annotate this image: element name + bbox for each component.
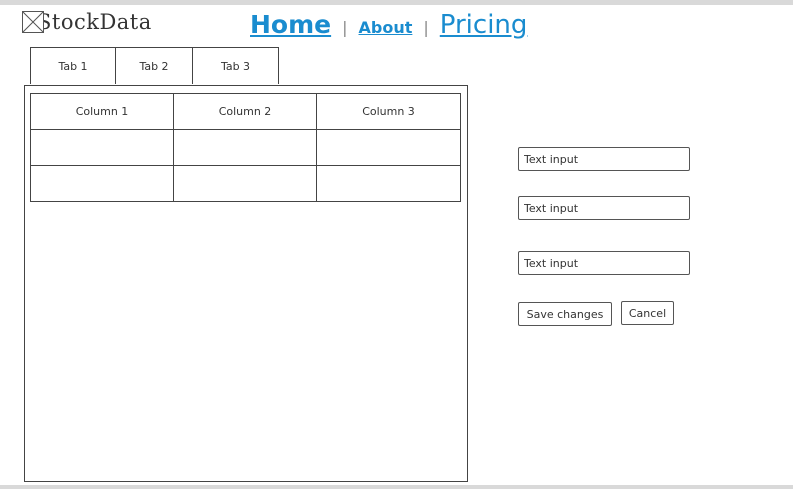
logo-text: StockData	[37, 10, 152, 34]
column-header[interactable]: Column 3	[316, 93, 461, 130]
image-placeholder-icon	[22, 11, 44, 33]
text-input-3[interactable]	[518, 251, 690, 275]
nav-link-about[interactable]: About	[359, 18, 413, 37]
tab-1[interactable]: Tab 1	[30, 47, 116, 84]
nav-separator: |	[342, 18, 348, 37]
table-cell[interactable]	[173, 129, 317, 166]
logo[interactable]: StockData	[22, 8, 152, 36]
table-cell[interactable]	[30, 129, 174, 166]
text-input-2[interactable]	[518, 196, 690, 220]
nav-separator: |	[423, 18, 429, 37]
column-header[interactable]: Column 2	[173, 93, 317, 130]
table-header-row: Column 1 Column 2 Column 3	[30, 93, 461, 130]
data-table: Column 1 Column 2 Column 3	[30, 93, 461, 202]
table-cell[interactable]	[316, 165, 461, 202]
tab-bar: Tab 1 Tab 2 Tab 3	[30, 47, 279, 84]
table-cell[interactable]	[30, 165, 174, 202]
table-row[interactable]	[30, 129, 461, 166]
tab-2[interactable]: Tab 2	[115, 47, 193, 84]
table-cell[interactable]	[173, 165, 317, 202]
column-header[interactable]: Column 1	[30, 93, 174, 130]
save-changes-button[interactable]: Save changes	[518, 302, 612, 326]
main-nav: Home | About | Pricing	[250, 10, 527, 40]
nav-link-pricing[interactable]: Pricing	[440, 10, 528, 40]
wireframe-page: StockData Home | About | Pricing Tab 1 T…	[0, 0, 793, 489]
text-input-1[interactable]	[518, 147, 690, 171]
nav-link-home[interactable]: Home	[250, 10, 331, 39]
tab-3[interactable]: Tab 3	[192, 47, 279, 84]
cancel-button[interactable]: Cancel	[621, 301, 674, 325]
table-cell[interactable]	[316, 129, 461, 166]
top-frame-edge	[0, 0, 793, 5]
bottom-frame-edge	[0, 485, 793, 489]
table-row[interactable]	[30, 165, 461, 202]
